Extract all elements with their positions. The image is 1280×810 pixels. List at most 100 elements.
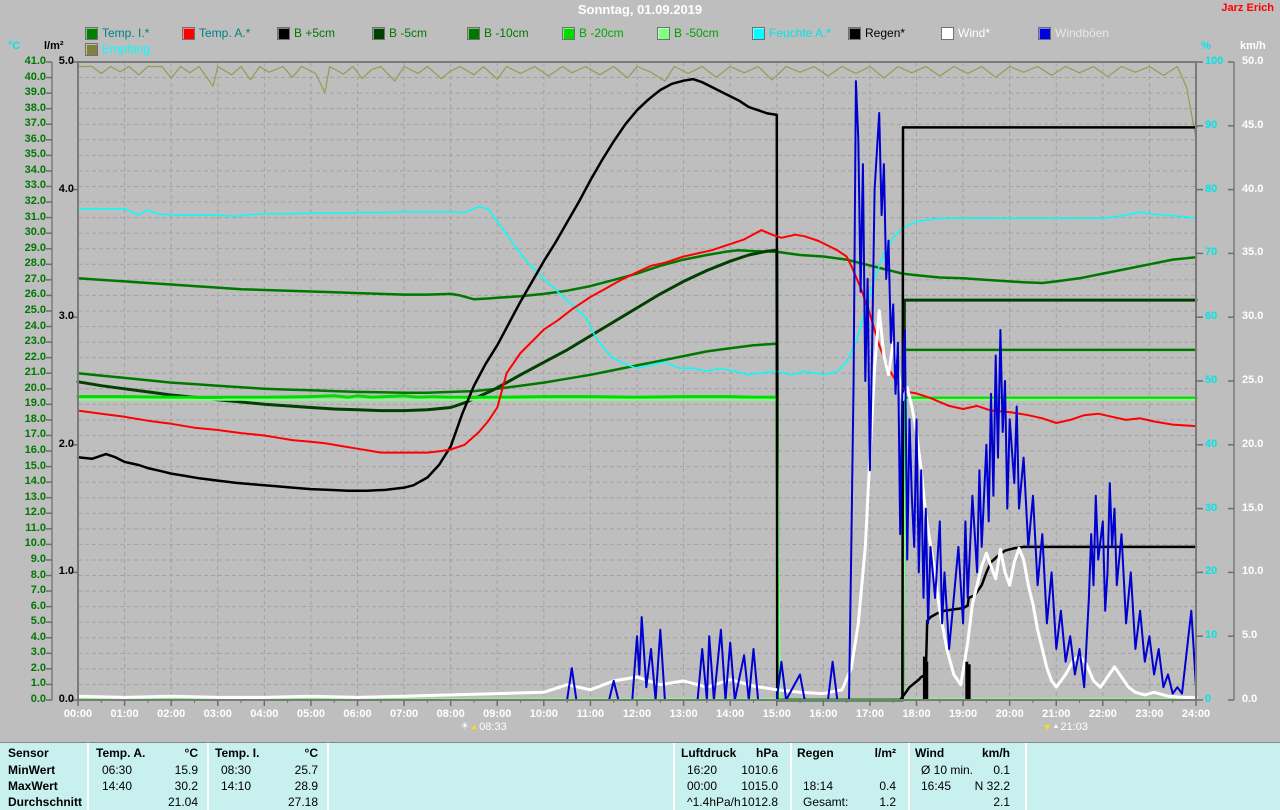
series-b-plus5 [76,77,1198,702]
pct-axis-label: 70 [1205,246,1218,259]
sun-icon: ☀ [460,721,470,732]
time-label: 08:00 [436,708,465,720]
table-unit-wind: km/h [981,746,1010,760]
pct-axis-label: 10 [1205,629,1218,642]
table-divider [908,743,910,810]
legend-label: Regen* [865,26,906,40]
table-unit-luftdruck: hPa [755,746,778,760]
time-label: 22:00 [1088,708,1117,720]
pct-axis-label: 20 [1205,565,1218,578]
temp-axis-label: 14.0 [24,475,46,488]
legend-swatch-b-minus50-icon [657,26,670,40]
legend-item-b-minus50[interactable]: B -50cm [657,26,719,40]
temp-axis-label: 17.0 [24,428,46,441]
legend-item-b-minus5[interactable]: B -5cm [372,26,427,40]
axis-labels-layer: °C l/m²% km/h 41.0 40.0 39.0 38.0 37.0 36.0 35.0 3… [0,0,1280,810]
temp-axis-label: 22.0 [24,350,46,363]
pct-axis-label: 30 [1205,501,1218,514]
time-label: 15:00 [762,708,791,720]
legend-item-feuchte[interactable]: Feuchte A.* [752,26,831,40]
legend-swatch-feuchte-icon [752,26,765,40]
wind-axis-label: 50.0 [1242,55,1264,67]
triangle-icon: ▲ [1052,723,1060,730]
temp-axis-label: 28.0 [24,257,46,270]
temp-axis-unit: °C [8,40,21,52]
time-label: 01:00 [110,708,139,720]
table-cell-wind-value: N 32.2 [974,779,1010,793]
legend-item-regen[interactable]: Regen* [848,26,905,40]
temp-axis-label: 10.0 [24,537,46,550]
time-label: 18:00 [902,708,931,720]
legend-label: Wind* [958,26,991,40]
time-label: 09:00 [483,708,512,720]
time-label: 07:00 [390,708,419,720]
legend-swatch-wind-icon [941,26,954,40]
temp-axis-label: 23.0 [24,335,46,348]
time-label: 14:00 [716,708,745,720]
temp-axis-label: 2.0 [30,661,46,674]
time-label: 06:00 [343,708,372,720]
table-divider [87,743,89,810]
legend-item-temp-a[interactable]: Temp. A.* [182,26,250,40]
legend-item-b-plus5[interactable]: B +5cm [277,26,335,40]
wind-axis-label: 40.0 [1242,182,1264,195]
time-label: 03:00 [203,708,232,720]
rain-axis-unit: l/m² [44,40,64,52]
series-b-minus10 [76,342,1198,702]
chart-legend: Temp. I.* Temp. A.* B +5cm B -5cm B -10cm B -… [0,0,1280,810]
table-row-label: Durchschnitt [8,795,83,809]
wind-axis-label: 35.0 [1242,246,1264,259]
chart-plot-area [46,61,1235,706]
table-divider [207,743,209,810]
legend-item-wind[interactable]: Wind* [941,26,990,40]
legend-swatch-b-plus5-icon [277,26,290,40]
temp-axis-label: 37.0 [24,117,46,130]
rain-axis-label: 0.0 [58,693,74,705]
rain-axis-label: 3.0 [58,310,74,323]
temp-axis-label: 32.0 [24,195,46,208]
table-unit-regen: l/m² [874,746,896,760]
temp-axis-label: 9.0 [30,552,46,565]
time-label: 02:00 [157,708,186,720]
temp-axis-label: 4.0 [30,630,46,643]
temp-axis-label: 38.0 [24,101,46,114]
series-empfang [77,65,1197,140]
legend-item-temp-i[interactable]: Temp. I.* [85,26,149,40]
table-cell-wind-value: 0.1 [993,763,1010,777]
legend-item-b-minus10[interactable]: B -10cm [467,26,529,40]
series-regen-summe [898,545,1198,702]
table-divider [673,743,675,810]
temp-axis-label: 19.0 [24,397,46,410]
legend-item-empfang[interactable]: Empfang [85,42,150,56]
temp-axis-label: 34.0 [24,163,46,176]
table-cell-wind-value: 2.1 [993,795,1010,809]
legend-item-windboeen[interactable]: Windböen [1038,26,1109,40]
table-cell-regen-value: 1.2 [879,795,896,809]
temp-axis-label: 39.0 [24,86,46,99]
table-cell-temp-a-value: 21.04 [167,795,198,809]
table-cell-temp-i-value: 28.9 [294,779,318,793]
temp-axis-label: 26.0 [24,288,46,301]
temp-axis-label: 15.0 [24,459,46,472]
legend-label: Temp. A.* [199,26,251,40]
legend-label: B +5cm [294,26,336,40]
temp-axis-label: 11.0 [25,521,46,534]
temp-axis-label: 5.0 [30,615,46,628]
wind-axis-unit: km/h [1240,40,1266,52]
wind-axis-label: 10.0 [1242,565,1264,578]
temp-axis-label: 33.0 [24,179,46,192]
table-row-label: MaxWert [8,779,58,793]
wind-axis-label: 25.0 [1242,374,1264,386]
temp-axis-label: 31.0 [24,210,46,223]
table-cell-temp-a-value: 30.2 [174,779,198,793]
series-wind [76,309,1198,699]
legend-label: B -5cm [389,26,428,40]
temp-axis-label: 0.0 [30,693,46,705]
wind-axis-label: 45.0 [1242,118,1264,131]
sunrise-time: 08:33 [479,721,507,733]
temp-axis-label: 3.0 [30,646,46,659]
legend-item-b-minus20[interactable]: B -20cm [562,26,624,40]
temp-axis-label: 21.0 [24,366,46,379]
table-cell-luftdruck-value: 1010.6 [741,763,778,777]
weather-logger-window: Sonntag, 01.09.2019 Jarz Erich °C l/m²% km… [0,0,1280,810]
